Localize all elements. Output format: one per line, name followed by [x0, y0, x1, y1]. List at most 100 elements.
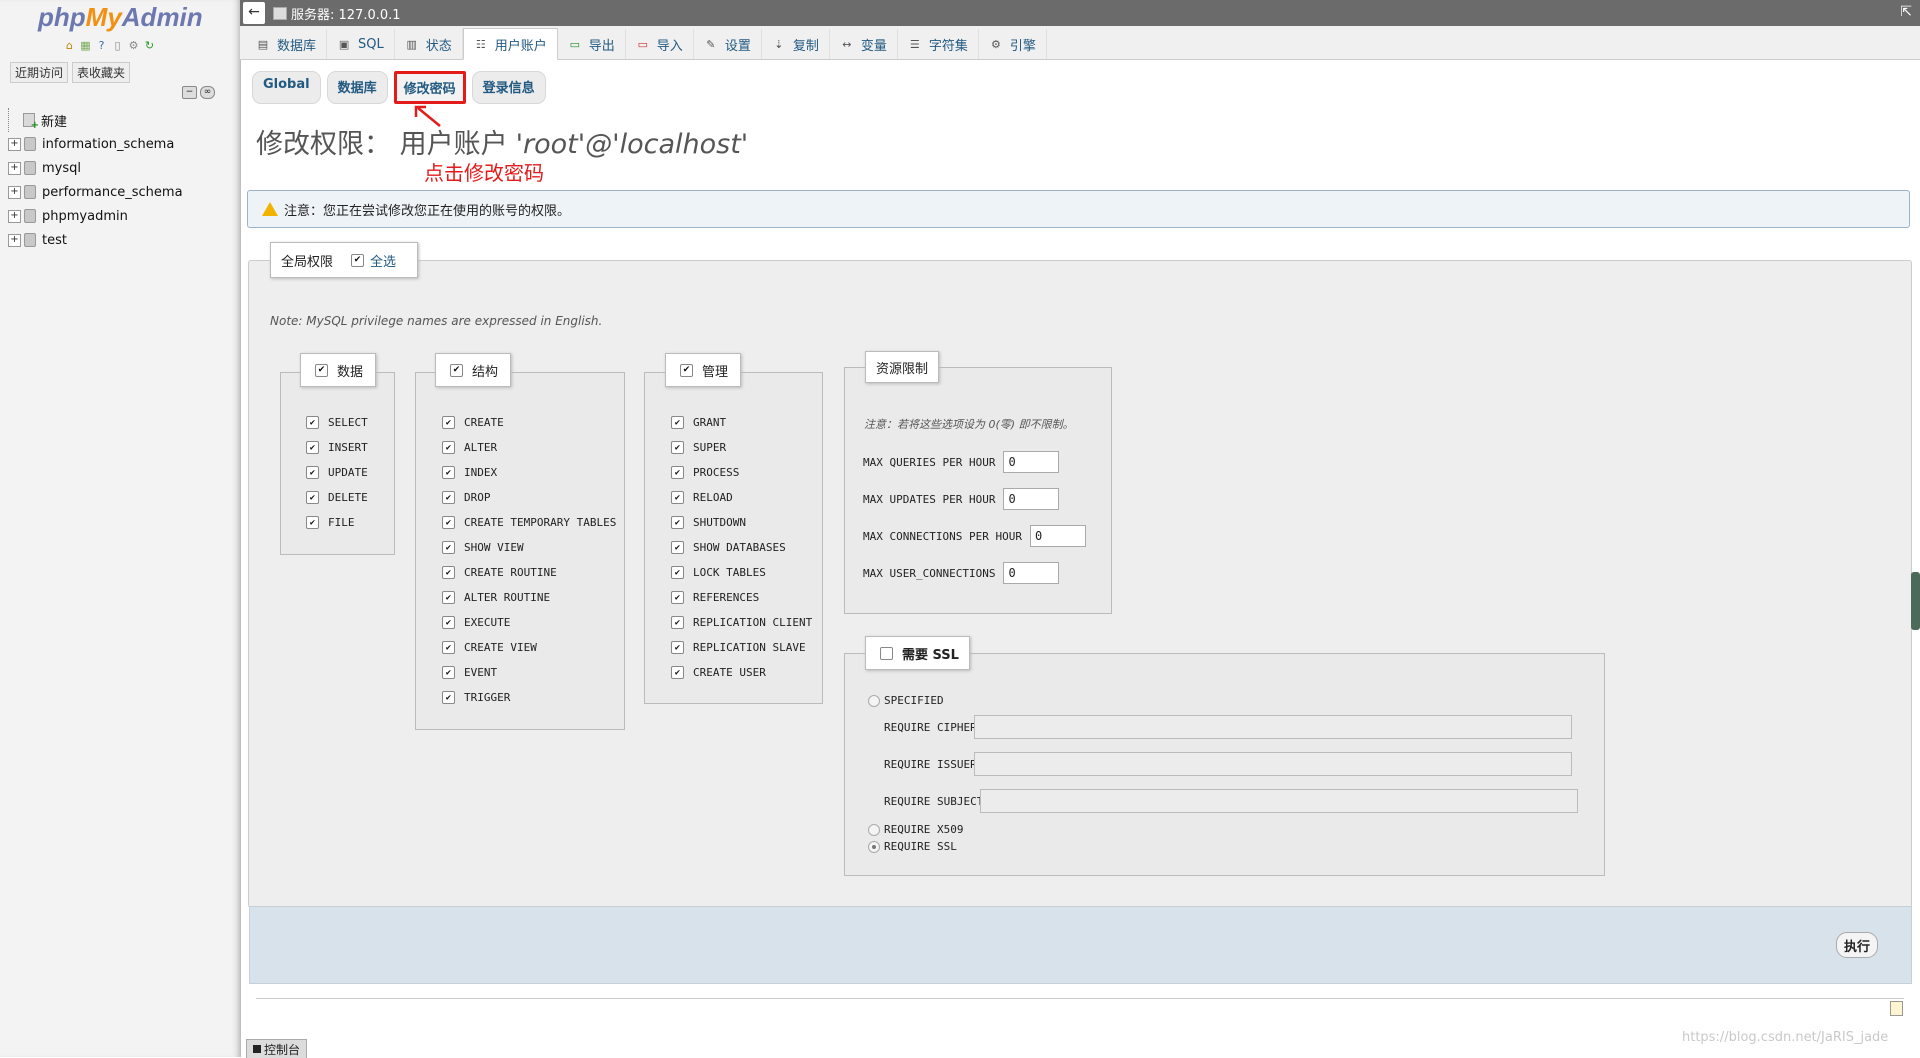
- admin-group-checkbox[interactable]: ✔: [680, 363, 693, 377]
- privilege-checkbox[interactable]: ✔: [442, 541, 455, 554]
- privilege-delete[interactable]: ✔ DELETE: [306, 485, 368, 510]
- page-settings-icon[interactable]: [1890, 1001, 1903, 1016]
- data-group-checkbox[interactable]: ✔: [315, 363, 328, 377]
- tab-charsets[interactable]: ☰ 字符集: [898, 29, 979, 59]
- privilege-checkbox[interactable]: ✔: [671, 516, 684, 529]
- tab-sql[interactable]: ▣ SQL: [327, 29, 395, 59]
- privilege-alter[interactable]: ✔ ALTER: [442, 435, 616, 460]
- privilege-checkbox[interactable]: ✔: [442, 566, 455, 579]
- privilege-checkbox[interactable]: ✔: [306, 466, 319, 479]
- privilege-checkbox[interactable]: ✔: [671, 491, 684, 504]
- privilege-drop[interactable]: ✔ DROP: [442, 485, 616, 510]
- tab-status[interactable]: ▥ 状态: [395, 29, 463, 59]
- expand-icon[interactable]: +: [8, 185, 21, 199]
- privilege-execute[interactable]: ✔ EXECUTE: [442, 610, 616, 635]
- privilege-show-databases[interactable]: ✔ SHOW DATABASES: [671, 535, 812, 560]
- expand-icon[interactable]: +: [8, 137, 21, 151]
- privilege-checkbox[interactable]: ✔: [442, 666, 455, 679]
- expand-icon[interactable]: +: [8, 233, 21, 247]
- expand-icon[interactable]: +: [8, 209, 21, 223]
- privilege-lock-tables[interactable]: ✔ LOCK TABLES: [671, 560, 812, 585]
- privilege-create-temporary-tables[interactable]: ✔ CREATE TEMPORARY TABLES: [442, 510, 616, 535]
- privilege-reload[interactable]: ✔ RELOAD: [671, 485, 812, 510]
- radio-button[interactable]: [868, 840, 880, 853]
- privilege-create-routine[interactable]: ✔ CREATE ROUTINE: [442, 560, 616, 585]
- radio-button[interactable]: [868, 694, 880, 707]
- favorites-tab[interactable]: 表收藏夹: [72, 62, 131, 83]
- privilege-create-view[interactable]: ✔ CREATE VIEW: [442, 635, 616, 660]
- require-issuer-input[interactable]: [974, 752, 1572, 776]
- tab-export[interactable]: ▭ 导出: [558, 29, 626, 59]
- privilege-checkbox[interactable]: ✔: [306, 441, 319, 454]
- privilege-event[interactable]: ✔ EVENT: [442, 660, 616, 685]
- max-user-connections-input[interactable]: 0: [1003, 562, 1060, 584]
- help-icon[interactable]: ?: [95, 39, 108, 52]
- back-arrow-icon[interactable]: ←: [243, 2, 265, 24]
- privilege-checkbox[interactable]: ✔: [442, 441, 455, 454]
- privilege-checkbox[interactable]: ✔: [671, 591, 684, 604]
- require-cipher-input[interactable]: [974, 715, 1572, 739]
- privilege-checkbox[interactable]: ✔: [671, 641, 684, 654]
- ssl-specified-option[interactable]: SPECIFIED: [868, 694, 944, 707]
- privilege-trigger[interactable]: ✔ TRIGGER: [442, 685, 616, 710]
- home-icon[interactable]: ⌂: [63, 39, 76, 52]
- privilege-checkbox[interactable]: ✔: [442, 416, 455, 429]
- go-button[interactable]: 执行: [1836, 932, 1878, 958]
- privilege-checkbox[interactable]: ✔: [671, 441, 684, 454]
- privilege-process[interactable]: ✔ PROCESS: [671, 460, 812, 485]
- privilege-checkbox[interactable]: ✔: [442, 491, 455, 504]
- privilege-shutdown[interactable]: ✔ SHUTDOWN: [671, 510, 812, 535]
- privilege-checkbox[interactable]: ✔: [306, 516, 319, 529]
- tab-settings[interactable]: ✎ 设置: [694, 29, 762, 59]
- collapse-all-icon[interactable]: −: [182, 86, 197, 99]
- privilege-checkbox[interactable]: ✔: [442, 691, 455, 704]
- require-x509-option[interactable]: REQUIRE X509: [868, 823, 963, 836]
- privilege-update[interactable]: ✔ UPDATE: [306, 460, 368, 485]
- subtab-database[interactable]: 数据库: [326, 71, 388, 104]
- tab-import[interactable]: ▭ 导入: [626, 29, 694, 59]
- privilege-select[interactable]: ✔ SELECT: [306, 410, 368, 435]
- console-tab[interactable]: 控制台: [246, 1039, 308, 1058]
- privilege-create[interactable]: ✔ CREATE: [442, 410, 616, 435]
- tree-item-new[interactable]: 新建: [8, 108, 236, 132]
- privilege-checkbox[interactable]: ✔: [306, 416, 319, 429]
- privilege-checkbox[interactable]: ✔: [671, 666, 684, 679]
- privilege-create-user[interactable]: ✔ CREATE USER: [671, 660, 812, 685]
- privilege-checkbox[interactable]: ✔: [671, 541, 684, 554]
- max-queries-input[interactable]: 0: [1003, 451, 1060, 473]
- select-all-checkbox[interactable]: ✔: [351, 253, 365, 267]
- phpmyadmin-logo[interactable]: phpMyAdmin: [38, 2, 203, 33]
- privilege-references[interactable]: ✔ REFERENCES: [671, 585, 812, 610]
- privilege-grant[interactable]: ✔ GRANT: [671, 410, 812, 435]
- docs-icon[interactable]: ▯: [111, 39, 124, 52]
- privilege-checkbox[interactable]: ✔: [442, 641, 455, 654]
- privilege-checkbox[interactable]: ✔: [442, 616, 455, 629]
- server-label[interactable]: 服务器: 127.0.0.1: [291, 4, 401, 23]
- privilege-checkbox[interactable]: ✔: [442, 516, 455, 529]
- tab-user-accounts[interactable]: ☷ 用户账户: [462, 28, 558, 60]
- tree-item-phpmyadmin[interactable]: + phpmyadmin: [8, 204, 236, 228]
- link-icon[interactable]: ∞: [200, 86, 215, 99]
- tab-replication[interactable]: ⇣ 复制: [762, 29, 830, 59]
- privilege-checkbox[interactable]: ✔: [306, 491, 319, 504]
- structure-group-checkbox[interactable]: ✔: [450, 363, 463, 377]
- settings-icon[interactable]: ⚙: [127, 39, 140, 52]
- db-icon[interactable]: ▦: [79, 39, 92, 52]
- privilege-alter-routine[interactable]: ✔ ALTER ROUTINE: [442, 585, 616, 610]
- select-all-label[interactable]: 全选: [370, 251, 396, 270]
- tab-variables[interactable]: ↔ 变量: [830, 29, 898, 59]
- privilege-checkbox[interactable]: ✔: [671, 466, 684, 479]
- privilege-checkbox[interactable]: ✔: [671, 566, 684, 579]
- subtab-login-info[interactable]: 登录信息: [471, 71, 546, 104]
- collapse-arrows-icon[interactable]: ⇱: [1900, 4, 1912, 20]
- privilege-replication-client[interactable]: ✔ REPLICATION CLIENT: [671, 610, 812, 635]
- privilege-show-view[interactable]: ✔ SHOW VIEW: [442, 535, 616, 560]
- privilege-checkbox[interactable]: ✔: [671, 416, 684, 429]
- tab-engines[interactable]: ⚙ 引擎: [979, 29, 1047, 59]
- privilege-checkbox[interactable]: ✔: [442, 466, 455, 479]
- require-ssl-option[interactable]: REQUIRE SSL: [868, 840, 957, 853]
- expand-icon[interactable]: +: [8, 161, 21, 175]
- privilege-replication-slave[interactable]: ✔ REPLICATION SLAVE: [671, 635, 812, 660]
- privilege-super[interactable]: ✔ SUPER: [671, 435, 812, 460]
- tree-item-information-schema[interactable]: + information_schema: [8, 132, 236, 156]
